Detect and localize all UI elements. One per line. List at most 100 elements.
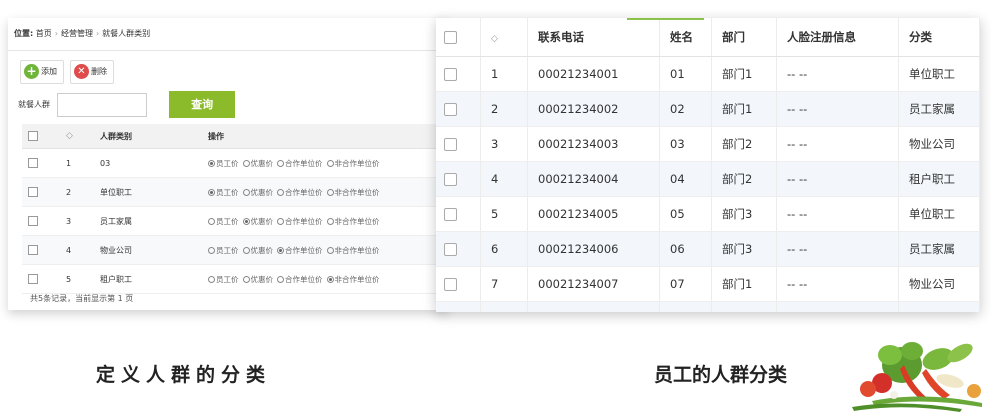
radio-dot[interactable]: [277, 189, 284, 196]
select-all-checkbox[interactable]: [28, 131, 38, 141]
table-row[interactable]: 2 单位职工 员工价 优惠价 合作单位价 非合作单位价: [22, 177, 448, 207]
row-checkbox-cell[interactable]: [22, 206, 65, 236]
row-checkbox-cell[interactable]: [22, 177, 65, 207]
table-row[interactable]: 3 员工家属 员工价 优惠价 合作单位价 非合作单位价: [22, 206, 448, 236]
row-checkbox-cell[interactable]: [436, 231, 481, 267]
radio-dot[interactable]: [277, 276, 284, 283]
price-option-radio[interactable]: 优惠价: [242, 245, 273, 256]
price-option-radio[interactable]: 优惠价: [242, 216, 273, 227]
select-all-checkbox[interactable]: [444, 31, 457, 44]
price-option-radio[interactable]: 员工价: [208, 216, 239, 227]
crowd-filter-input[interactable]: [56, 92, 147, 117]
active-column-indicator: [627, 18, 704, 20]
row-checkbox[interactable]: [444, 278, 457, 291]
radio-dot[interactable]: [242, 276, 250, 283]
row-checkbox[interactable]: [28, 245, 38, 255]
radio-dot[interactable]: [326, 218, 334, 225]
radio-dot[interactable]: [208, 218, 215, 225]
delete-button[interactable]: ✕ 删除: [70, 60, 114, 84]
table-row[interactable]: 1 00021234001 01 部门1 -- -- 单位职工: [436, 56, 980, 92]
table-row[interactable]: 6 00021234006 06 部门3 -- -- 员工家属: [436, 231, 980, 267]
header-select-all[interactable]: [22, 124, 65, 149]
radio-dot[interactable]: [208, 247, 215, 254]
table-row[interactable]: 7 00021234007 07 部门1 -- -- 物业公司: [436, 266, 980, 302]
row-checkbox-cell[interactable]: [22, 148, 65, 178]
query-button[interactable]: 查询: [169, 91, 236, 118]
price-option-radio[interactable]: 合作单位价: [277, 187, 323, 198]
radio-dot[interactable]: [326, 160, 334, 167]
price-option-radio[interactable]: 员工价: [208, 187, 239, 198]
price-option-radio[interactable]: 优惠价: [242, 187, 273, 198]
table-row[interactable]: 2 00021234002 02 部门1 -- -- 员工家属: [436, 91, 980, 127]
radio-dot[interactable]: [242, 160, 250, 167]
row-checkbox-cell[interactable]: [436, 196, 481, 232]
price-option-radio[interactable]: 合作单位价: [277, 158, 323, 169]
row-checkbox[interactable]: [444, 173, 457, 186]
price-option-radio[interactable]: 员工价: [208, 274, 239, 285]
table-row[interactable]: 5 00021234005 05 部门3 -- -- 单位职工: [436, 196, 980, 232]
row-checkbox[interactable]: [444, 243, 457, 256]
radio-dot[interactable]: [242, 189, 250, 196]
price-option-radio[interactable]: 员工价: [208, 245, 239, 256]
price-option-radio[interactable]: 非合作单位价: [326, 245, 380, 256]
row-checkbox[interactable]: [444, 68, 457, 81]
row-checkbox[interactable]: [28, 187, 38, 197]
price-option-radio[interactable]: 非合作单位价: [326, 158, 380, 169]
header-sort[interactable]: ◇: [480, 18, 528, 57]
table-row[interactable]: 5 租户职工 员工价 优惠价 合作单位价 非合作单位价: [22, 264, 448, 294]
header-name[interactable]: 姓名: [659, 18, 712, 57]
price-option-radio[interactable]: 非合作单位价: [326, 216, 380, 227]
header-dept[interactable]: 部门: [711, 18, 777, 57]
row-checkbox-cell[interactable]: [436, 91, 481, 127]
price-option-radio[interactable]: 合作单位价: [277, 245, 323, 256]
row-checkbox[interactable]: [444, 103, 457, 116]
row-checkbox-cell[interactable]: [436, 301, 481, 312]
row-checkbox-cell[interactable]: [22, 235, 65, 265]
row-index: 2: [480, 91, 528, 127]
table-row[interactable]: 4 物业公司 员工价 优惠价 合作单位价 非合作单位价: [22, 235, 448, 265]
radio-dot[interactable]: [277, 218, 284, 225]
radio-dot[interactable]: [326, 247, 334, 254]
header-phone[interactable]: 联系电话: [527, 18, 660, 57]
header-face[interactable]: 人脸注册信息: [776, 18, 899, 57]
header-category[interactable]: 分类: [898, 18, 980, 57]
row-checkbox-cell[interactable]: [436, 266, 481, 302]
header-select-all[interactable]: [436, 18, 481, 57]
row-checkbox[interactable]: [444, 208, 457, 221]
radio-dot[interactable]: [208, 189, 215, 196]
radio-dot[interactable]: [208, 276, 215, 283]
row-checkbox-cell[interactable]: [436, 56, 481, 92]
radio-dot[interactable]: [326, 276, 334, 283]
table-row[interactable]: 1 03 员工价 优惠价 合作单位价 非合作单位价: [22, 148, 448, 178]
price-option-radio[interactable]: 优惠价: [242, 158, 273, 169]
breadcrumb-business[interactable]: 经营管理: [61, 29, 93, 38]
radio-dot[interactable]: [326, 189, 334, 196]
table-row[interactable]: 4 00021234004 04 部门2 -- -- 租户职工: [436, 161, 980, 197]
row-checkbox-cell[interactable]: [436, 161, 481, 197]
table-row[interactable]: 80002123400808部门1-- --租户职工: [436, 301, 980, 312]
radio-dot[interactable]: [277, 247, 284, 254]
price-option-radio[interactable]: 非合作单位价: [326, 187, 380, 198]
price-option-radio[interactable]: 非合作单位价: [326, 274, 380, 285]
radio-dot[interactable]: [208, 160, 215, 167]
radio-dot[interactable]: [242, 247, 250, 254]
row-checkbox-cell[interactable]: [436, 126, 481, 162]
radio-dot[interactable]: [277, 160, 284, 167]
row-checkbox[interactable]: [444, 138, 457, 151]
price-option-radio[interactable]: 合作单位价: [277, 216, 323, 227]
sort-icon[interactable]: ◇: [491, 34, 498, 44]
add-button[interactable]: + 添加: [20, 60, 64, 84]
row-checkbox[interactable]: [28, 274, 38, 284]
price-option-radio[interactable]: 员工价: [208, 158, 239, 169]
table-row[interactable]: 3 00021234003 03 部门2 -- -- 物业公司: [436, 126, 980, 162]
price-option-radio[interactable]: 优惠价: [242, 274, 273, 285]
radio-dot[interactable]: [242, 218, 250, 225]
header-sort[interactable]: ◇: [65, 124, 99, 149]
breadcrumb-home[interactable]: 首页: [36, 29, 52, 38]
sort-icon[interactable]: ◇: [66, 131, 73, 141]
row-checkbox[interactable]: [28, 158, 38, 168]
row-checkbox[interactable]: [28, 216, 38, 226]
employee-table: ◇ 联系电话 姓名 部门 人脸注册信息 分类 1 00021234001 01 部门1…: [436, 18, 980, 312]
price-option-radio[interactable]: 合作单位价: [277, 274, 323, 285]
row-checkbox-cell[interactable]: [22, 264, 65, 294]
